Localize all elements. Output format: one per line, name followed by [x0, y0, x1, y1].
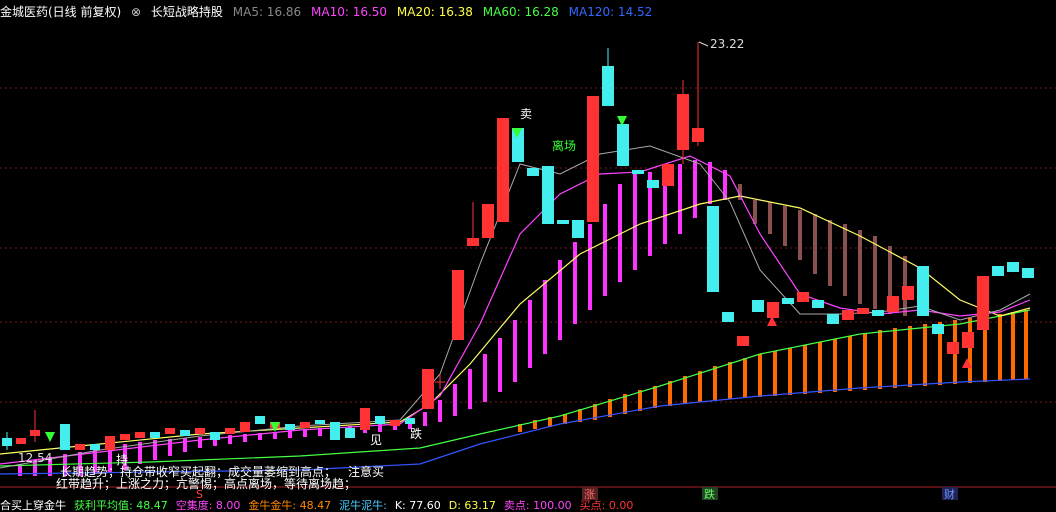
footer-item: D: 63.17	[448, 500, 496, 512]
ma10-label: MA10: 16.50	[311, 5, 388, 19]
chart-header: 金城医药(日线 前复权) ⊗ 长短战略持股 MA5: 16.86 MA10: 1…	[0, 0, 1056, 24]
drop-label: 跌	[410, 426, 422, 441]
footer-item: 卖点: 100.00	[503, 500, 572, 512]
indicator-icon[interactable]: ⊗	[131, 5, 141, 19]
indicator-name[interactable]: 长短战略持股	[151, 5, 223, 19]
ma60-label: MA60: 16.28	[482, 5, 559, 19]
sell-arrow-icon-4	[45, 432, 55, 442]
high-price-pointer	[698, 41, 709, 47]
footer-item: 买点: 0.00	[579, 500, 634, 512]
brown-band	[738, 184, 907, 316]
legend-line2: 红带趋升；上涨之力；亢警惕；高点离场，等待离场趋；	[56, 476, 356, 491]
footer-item: 金牛金牛: 48.47	[248, 500, 332, 512]
footer-item: 合买上穿金牛	[0, 500, 66, 512]
orange-band	[518, 310, 1028, 432]
footer-item: K: 77.60	[394, 500, 441, 512]
footer-item: 空集度: 8.00	[175, 500, 241, 512]
marker-cai: 财	[944, 487, 955, 500]
low-price-label: 12.54	[18, 451, 52, 465]
footer-item: 获利平均值: 48.47	[74, 500, 168, 512]
see-label: 见	[370, 433, 382, 447]
pink-band	[18, 160, 727, 476]
high-price-label: 23.22	[710, 37, 744, 51]
ma5-label: MA5: 16.86	[232, 5, 302, 19]
footer-item: 泥牛泥牛:	[339, 500, 387, 512]
marker-s: S	[196, 488, 203, 500]
ma20-label: MA20: 16.38	[396, 5, 473, 19]
stock-title[interactable]: 金城医药(日线 前复权)	[0, 5, 121, 19]
kline-chart[interactable]: 23.22 12.54 卖 离场 持 见 跌 长期趋势；持仓带收窄买起翻；成交量…	[0, 24, 1056, 500]
sell-label: 卖	[520, 107, 532, 121]
marker-die: 跌	[704, 487, 715, 500]
indicator-footer: 合买上穿金牛 获利平均值: 48.47 空集度: 8.00 金牛金牛: 48.47 泥牛…	[0, 500, 1056, 512]
marker-zhang: 涨	[584, 488, 595, 500]
exit-label: 离场	[552, 138, 576, 153]
ma120-label: MA120: 14.52	[568, 5, 653, 19]
